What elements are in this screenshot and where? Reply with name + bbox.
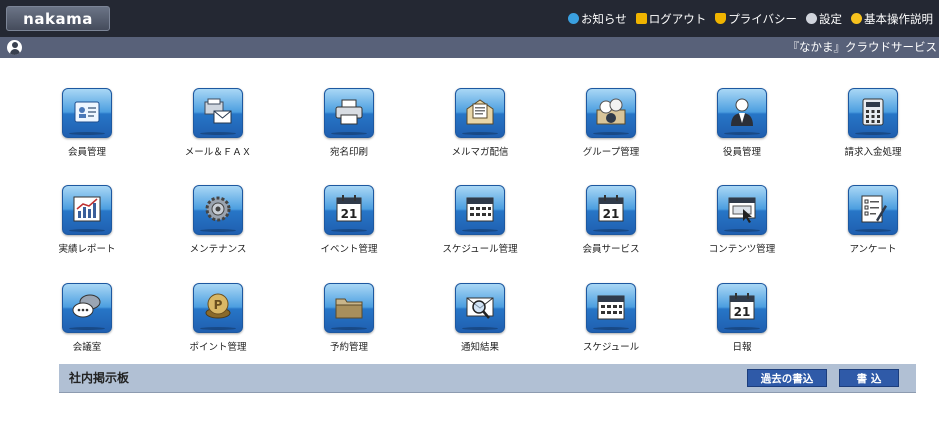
calendar-icon: 21	[717, 283, 767, 333]
nav-news-label: お知らせ	[580, 11, 627, 26]
gear-icon	[806, 13, 817, 24]
nav-news[interactable]: お知らせ	[567, 11, 627, 27]
menu-mail-fax[interactable]: メール＆ＦＡＸ	[168, 88, 268, 166]
menu-group-management[interactable]: グループ管理	[561, 88, 661, 166]
nav-logout-label: ログアウト	[648, 11, 707, 26]
tile-label: メルマガ配信	[451, 147, 509, 158]
menu-event-management[interactable]: 21 イベント管理	[299, 185, 399, 263]
point-coin-icon: P	[193, 283, 243, 333]
tile-label: 日報	[732, 342, 752, 353]
nakama-logo[interactable]: nakama	[6, 6, 110, 31]
chat-bubbles-icon	[62, 283, 112, 333]
tile-label: スケジュール	[582, 342, 640, 353]
newsletter-icon	[455, 88, 505, 138]
tile-label: イベント管理	[320, 244, 378, 255]
user-icon[interactable]	[7, 40, 22, 55]
top-bar: nakama お知らせ ログアウト プライバシー 設定 基本操作説明	[0, 0, 939, 37]
group-icon	[586, 88, 636, 138]
menu-executive-management[interactable]: 役員管理	[692, 88, 792, 166]
tile-label: スケジュール管理	[442, 244, 518, 255]
calendar-day: 21	[341, 207, 358, 221]
report-chart-icon	[62, 185, 112, 235]
tile-label: 請求入金処理	[844, 147, 902, 158]
tile-label: グループ管理	[582, 147, 640, 158]
nav-logout[interactable]: ログアウト	[635, 11, 707, 27]
menu-member-services[interactable]: 21 会員サービス	[561, 185, 661, 263]
menu-meeting-room[interactable]: 会議室	[37, 283, 137, 361]
printer-icon	[324, 88, 374, 138]
gears-icon	[193, 185, 243, 235]
menu-content-management[interactable]: コンテンツ管理	[692, 185, 792, 263]
nav-settings[interactable]: 設定	[806, 11, 842, 27]
menu-performance-report[interactable]: 実績レポート	[37, 185, 137, 263]
tile-label: ポイント管理	[189, 342, 247, 353]
nav-privacy-label: プライバシー	[728, 11, 797, 26]
envelope-search-icon	[455, 283, 505, 333]
tile-label: 会議室	[72, 342, 102, 353]
tile-label: メンテナンス	[189, 244, 247, 255]
menu-maintenance[interactable]: メンテナンス	[168, 185, 268, 263]
menu-point-management[interactable]: P ポイント管理	[168, 283, 268, 361]
tile-label: 会員サービス	[582, 244, 640, 255]
shield-icon	[715, 13, 727, 24]
fax-mail-icon	[193, 88, 243, 138]
menu-newsletter[interactable]: メルマガ配信	[430, 88, 530, 166]
bulletin-board-title: 社内掲示板	[69, 371, 130, 385]
bulletin-board-bar: 社内掲示板 過去の書込 書 込	[59, 364, 916, 393]
content-window-icon	[717, 185, 767, 235]
calendar-day: 21	[734, 305, 751, 319]
executive-icon	[717, 88, 767, 138]
calculator-icon	[848, 88, 898, 138]
calendar-day: 21	[603, 207, 620, 221]
calendar-icon: 21	[586, 185, 636, 235]
write-button[interactable]: 書 込	[839, 369, 899, 387]
member-card-icon	[62, 88, 112, 138]
lightbulb-icon	[851, 13, 862, 24]
menu-reservation-management[interactable]: 予約管理	[299, 283, 399, 361]
menu-survey[interactable]: アンケート	[823, 185, 923, 263]
past-posts-button[interactable]: 過去の書込	[747, 369, 827, 387]
nav-help-label: 基本操作説明	[864, 11, 933, 26]
top-nav: お知らせ ログアウト プライバシー 設定 基本操作説明	[567, 0, 933, 37]
calendar-icon: 21	[324, 185, 374, 235]
info-icon	[567, 13, 579, 24]
tile-label: メール＆ＦＡＸ	[184, 147, 252, 158]
survey-icon	[848, 185, 898, 235]
tile-label: 宛名印刷	[329, 147, 368, 158]
service-title: 『なかま』クラウドサービス	[787, 40, 938, 54]
menu-schedule[interactable]: スケジュール	[561, 283, 661, 361]
lock-icon	[635, 13, 647, 24]
tile-label: 通知結果	[460, 342, 499, 353]
schedule-grid-icon	[455, 185, 505, 235]
tile-label: コンテンツ管理	[708, 244, 776, 255]
nav-privacy[interactable]: プライバシー	[715, 11, 797, 27]
menu-schedule-management[interactable]: スケジュール管理	[430, 185, 530, 263]
nav-settings-label: 設定	[819, 11, 842, 26]
schedule-grid-icon	[586, 283, 636, 333]
menu-address-print[interactable]: 宛名印刷	[299, 88, 399, 166]
tile-label: 実績レポート	[58, 244, 116, 255]
tile-label: アンケート	[849, 244, 897, 255]
nav-help[interactable]: 基本操作説明	[851, 11, 933, 27]
menu-daily-report[interactable]: 21 日報	[692, 283, 792, 361]
menu-notification-results[interactable]: 通知結果	[430, 283, 530, 361]
menu-member-management[interactable]: 会員管理	[37, 88, 137, 166]
svg-text:P: P	[214, 298, 223, 312]
menu-billing[interactable]: 請求入金処理	[823, 88, 923, 166]
tile-label: 会員管理	[67, 147, 106, 158]
tile-label: 予約管理	[329, 342, 368, 353]
tile-label: 役員管理	[722, 147, 761, 158]
folder-icon	[324, 283, 374, 333]
